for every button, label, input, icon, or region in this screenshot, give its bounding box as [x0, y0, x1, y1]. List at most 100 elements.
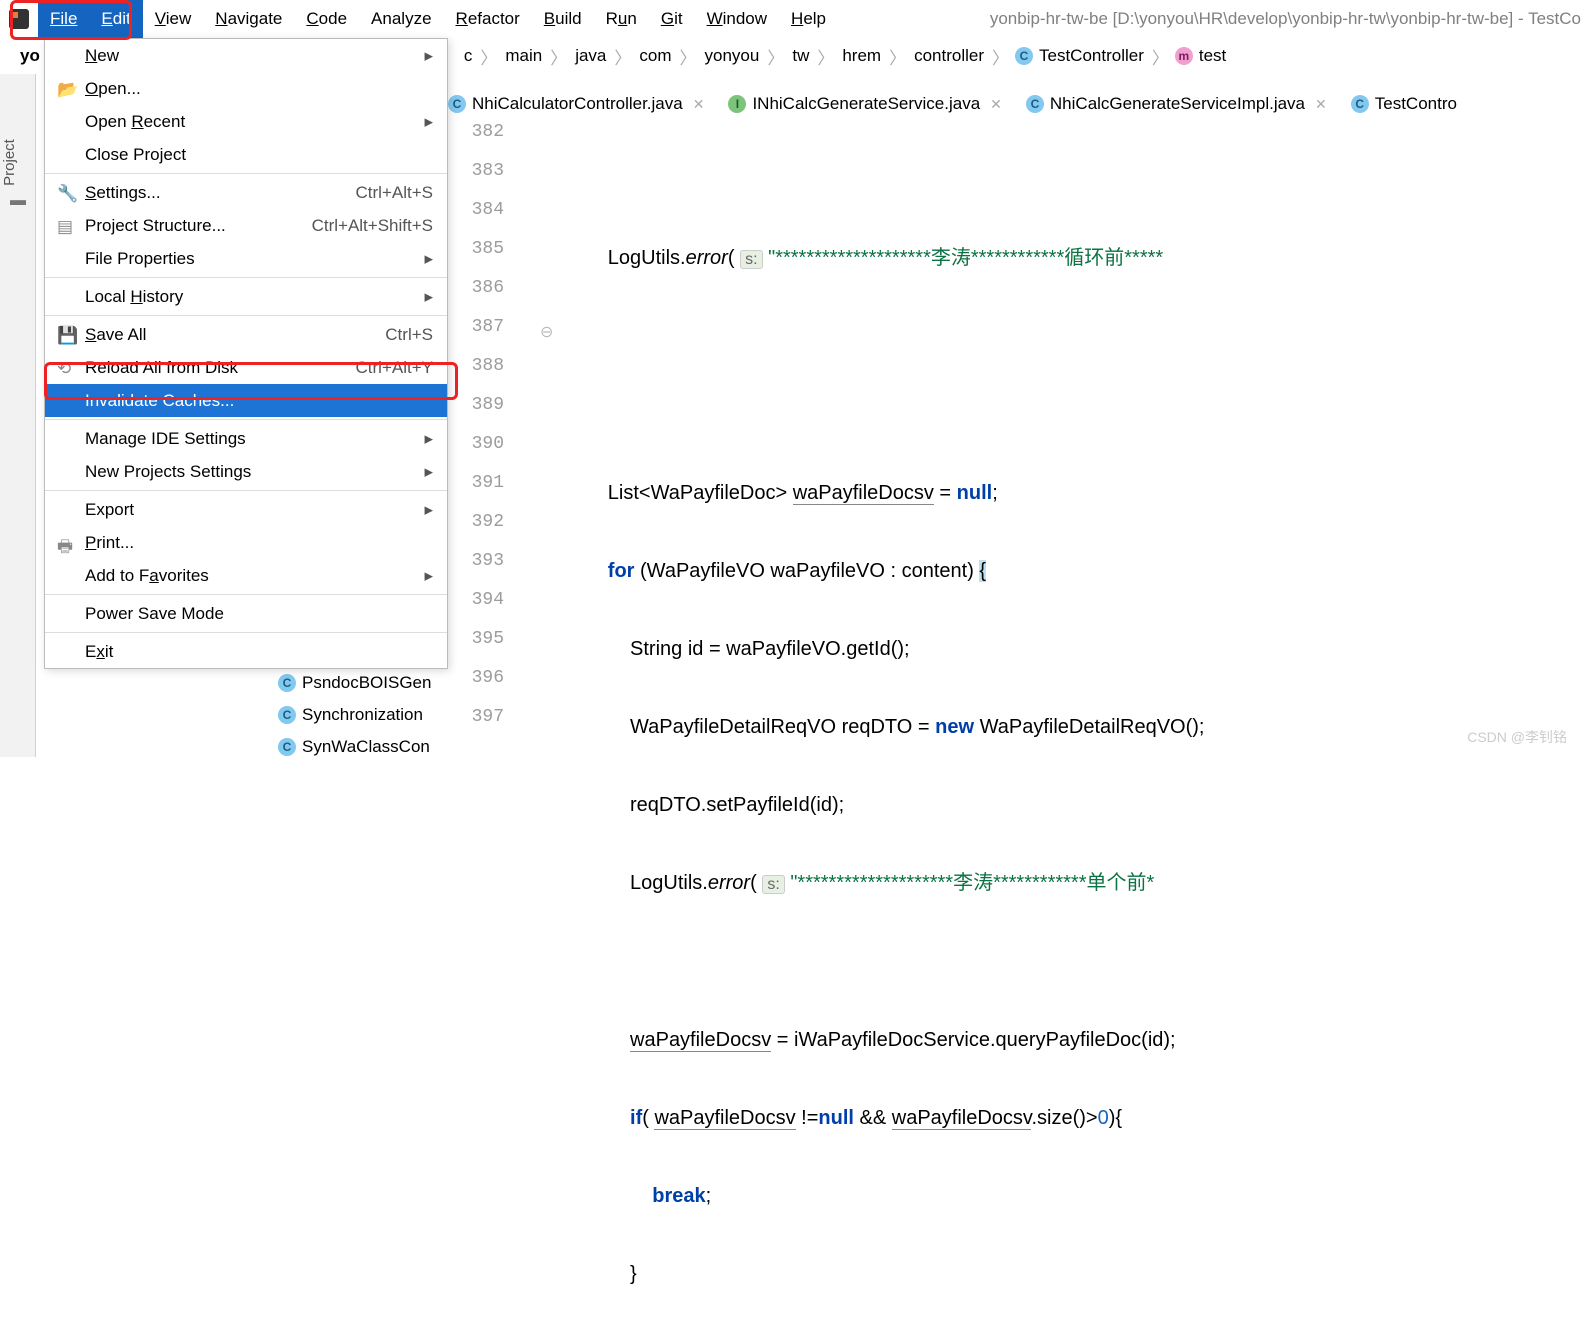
gutter-line-number: 391 — [448, 473, 518, 512]
code-line: break; — [580, 1177, 1205, 1216]
breadcrumb-part[interactable]: yonyou — [703, 46, 762, 66]
code-line: LogUtils.error( s: "********************… — [580, 239, 1205, 279]
gutter-line-number: 389 — [448, 395, 518, 434]
editor-tab[interactable]: C NhiCalculatorController.java ✕ — [448, 94, 704, 114]
gutter-line-number: 397 — [448, 707, 518, 746]
code-line: if( waPayfileDocsv !=null && waPayfileDo… — [580, 1099, 1205, 1138]
chevron-right-icon: ▸ — [424, 429, 433, 449]
menu-run[interactable]: Run — [594, 0, 649, 38]
menu-settings[interactable]: 🔧Settings...Ctrl+Alt+S — [45, 176, 447, 209]
breadcrumb-method[interactable]: test — [1197, 46, 1228, 66]
folder-open-icon: 📂 — [57, 80, 78, 100]
breadcrumb-class[interactable]: TestController — [1037, 46, 1146, 66]
class-icon: C — [1026, 95, 1044, 113]
tree-item-label: SynWaClassCon — [302, 737, 430, 757]
gutter-line-number: 386 — [448, 278, 518, 317]
separator — [45, 490, 447, 491]
code-editor[interactable]: LogUtils.error( s: "********************… — [580, 122, 1205, 1333]
chevron-right-icon: ▸ — [424, 287, 433, 307]
menu-manage-ide[interactable]: Manage IDE Settings▸ — [45, 422, 447, 455]
chevron-right-icon: 〉 — [608, 44, 637, 69]
breadcrumb-part[interactable]: com — [637, 46, 673, 66]
menu-reload[interactable]: ⟲Reload All from DiskCtrl+Alt+Y — [45, 351, 447, 384]
menubar: File Edit View Navigate Code Analyze Ref… — [0, 0, 1591, 38]
editor-tab[interactable]: C TestContro — [1351, 94, 1457, 114]
menu-view[interactable]: View — [143, 0, 204, 38]
close-icon[interactable]: ✕ — [693, 96, 705, 113]
gutter-line-number: 385 — [448, 239, 518, 278]
code-line — [580, 318, 1205, 357]
menu-open-recent[interactable]: Open Recent▸ — [45, 105, 447, 138]
menu-analyze[interactable]: Analyze — [359, 0, 443, 38]
interface-icon: I — [728, 95, 746, 113]
editor-tabs: C NhiCalculatorController.java ✕ I INhiC… — [448, 86, 1457, 122]
fold-marker-icon[interactable]: ⊖ — [540, 322, 553, 342]
gutter-line-number: 383 — [448, 161, 518, 200]
menu-power-save[interactable]: Power Save Mode — [45, 597, 447, 630]
breadcrumb-part[interactable]: hrem — [840, 46, 883, 66]
chevron-right-icon: ▸ — [424, 112, 433, 132]
method-icon: m — [1175, 47, 1193, 65]
menu-project-structure[interactable]: ▤Project Structure...Ctrl+Alt+Shift+S — [45, 209, 447, 242]
breadcrumb-part[interactable]: java — [573, 46, 608, 66]
project-tool-button[interactable]: Project — [1, 139, 18, 186]
menu-window[interactable]: Window — [695, 0, 779, 38]
gutter-line-number: 394 — [448, 590, 518, 629]
chevron-right-icon: 〉 — [474, 44, 503, 69]
chevron-right-icon: 〉 — [674, 44, 703, 69]
menu-navigate[interactable]: Navigate — [203, 0, 294, 38]
gutter-line-number: 384 — [448, 200, 518, 239]
menu-new[interactable]: New▸ — [45, 39, 447, 72]
menu-edit[interactable]: Edit — [89, 0, 142, 38]
gutter-line-number: 390 — [448, 434, 518, 473]
separator — [45, 632, 447, 633]
tool-window-stripe: Project ▬ — [0, 74, 36, 757]
menu-save-all[interactable]: 💾Save AllCtrl+S — [45, 318, 447, 351]
menu-refactor[interactable]: Refactor — [444, 0, 532, 38]
chevron-right-icon: 〉 — [761, 44, 790, 69]
breadcrumb-part[interactable]: controller — [912, 46, 986, 66]
menu-open[interactable]: 📂Open... — [45, 72, 447, 105]
menu-invalidate-caches[interactable]: Invalidate Caches... — [45, 384, 447, 417]
menu-code[interactable]: Code — [294, 0, 359, 38]
tree-item[interactable]: C PsndocBOISGen — [200, 667, 450, 699]
save-icon: 💾 — [57, 326, 78, 346]
code-line: WaPayfileDetailReqVO reqDTO = new WaPayf… — [580, 708, 1205, 747]
menu-print[interactable]: 🖶Print... — [45, 526, 447, 559]
editor-tab[interactable]: I INhiCalcGenerateService.java ✕ — [728, 94, 1001, 114]
menu-build[interactable]: Build — [532, 0, 594, 38]
menu-new-projects-settings[interactable]: New Projects Settings▸ — [45, 455, 447, 488]
code-line — [580, 396, 1205, 435]
gutter-line-number: 387 — [448, 317, 518, 356]
code-line: } — [580, 1255, 1205, 1294]
app-icon — [0, 0, 38, 38]
menu-export[interactable]: Export▸ — [45, 493, 447, 526]
menu-local-history[interactable]: Local History▸ — [45, 280, 447, 313]
menu-file-properties[interactable]: File Properties▸ — [45, 242, 447, 275]
breadcrumb-root[interactable]: yo — [18, 46, 42, 66]
breadcrumb-part[interactable]: tw — [790, 46, 811, 66]
tab-label: NhiCalculatorController.java — [472, 94, 683, 114]
breadcrumb-part[interactable]: main — [503, 46, 544, 66]
line-gutter: 3823833843853863873883893903913923933943… — [448, 122, 518, 746]
breadcrumb-part[interactable]: c — [462, 46, 475, 66]
menu-close-project[interactable]: Close Project — [45, 138, 447, 171]
close-icon[interactable]: ✕ — [1315, 96, 1327, 113]
wrench-icon: 🔧 — [57, 184, 78, 204]
separator — [45, 594, 447, 595]
menu-add-favorites[interactable]: Add to Favorites▸ — [45, 559, 447, 592]
code-line — [580, 943, 1205, 982]
tree-item[interactable]: C SynWaClassCon — [200, 731, 450, 763]
menu-git[interactable]: Git — [649, 0, 695, 38]
close-icon[interactable]: ✕ — [990, 96, 1002, 113]
menu-file[interactable]: File — [38, 0, 89, 38]
param-hint: s: — [740, 250, 762, 269]
separator — [45, 315, 447, 316]
tree-item[interactable]: C Synchronization — [200, 699, 450, 731]
editor-tab[interactable]: C NhiCalcGenerateServiceImpl.java ✕ — [1026, 94, 1327, 114]
class-icon: C — [278, 706, 296, 724]
menu-help[interactable]: Help — [779, 0, 838, 38]
class-icon: C — [1015, 47, 1033, 65]
gutter-line-number: 396 — [448, 668, 518, 707]
menu-exit[interactable]: Exit — [45, 635, 447, 668]
